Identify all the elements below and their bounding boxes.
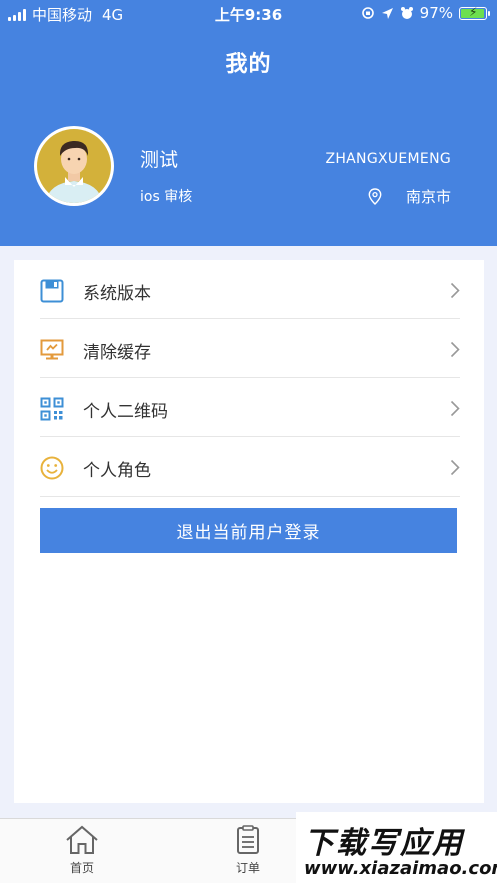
menu-item-qr-code[interactable]: 个人二维码 <box>14 378 484 437</box>
watermark-url: www.xiazaimao.com <box>304 858 497 879</box>
floppy-icon <box>40 279 64 303</box>
menu-item-label: 个人二维码 <box>83 402 168 422</box>
menu-item-label: 个人角色 <box>83 461 151 481</box>
battery-percent: 97% <box>419 4 453 22</box>
location-arrow-icon <box>381 7 393 19</box>
status-bar: 中国移动 4G 上午9:36 97% ⚡ <box>0 0 497 28</box>
orientation-lock-icon <box>361 7 374 19</box>
account-name: ZHANGXUEMENG <box>325 151 451 167</box>
tab-label: 首页 <box>69 861 94 875</box>
battery-icon: ⚡ <box>459 4 490 20</box>
menu-item-personal-role[interactable]: 个人角色 <box>14 437 484 496</box>
avatar-person-icon <box>37 129 111 203</box>
location-pin-icon <box>368 188 382 205</box>
user-role: ios 审核 <box>140 189 193 205</box>
watermark: 下载写应用 www.xiazaimao.com <box>296 812 497 883</box>
home-icon <box>66 825 98 854</box>
location: 南京市 <box>368 186 451 207</box>
menu-item-label: 系统版本 <box>83 284 151 304</box>
watermark-title: 下载写应用 <box>304 826 464 861</box>
chevron-right-icon <box>450 341 460 358</box>
settings-card: 系统版本 清除缓存 个人二维码 个人角色 退出当前用户登录 <box>14 260 484 803</box>
chevron-right-icon <box>450 459 460 476</box>
qrcode-icon <box>40 397 64 421</box>
tab-home[interactable]: 首页 <box>52 825 112 876</box>
clipboard-icon <box>237 825 259 854</box>
tab-label: 订单 <box>235 861 260 875</box>
divider <box>40 496 460 497</box>
chevron-right-icon <box>450 282 460 299</box>
menu-item-label: 清除缓存 <box>83 343 151 363</box>
menu-item-system-version[interactable]: 系统版本 <box>14 260 484 319</box>
monitor-icon <box>40 339 64 360</box>
user-name: 测试 <box>140 149 179 171</box>
alarm-icon <box>400 7 413 19</box>
location-label: 南京市 <box>405 188 451 206</box>
logout-button[interactable]: 退出当前用户登录 <box>40 508 457 553</box>
profile-header: 中国移动 4G 上午9:36 97% ⚡ 我的 测试 ios 审核 ZHANGX… <box>0 0 497 246</box>
smiley-icon <box>40 456 64 480</box>
status-right: 97% ⚡ <box>361 4 490 22</box>
avatar[interactable] <box>34 126 114 206</box>
charging-bolt-icon: ⚡ <box>469 4 478 19</box>
chevron-right-icon <box>450 400 460 417</box>
menu-item-clear-cache[interactable]: 清除缓存 <box>14 319 484 378</box>
page-title: 我的 <box>225 52 272 77</box>
tab-orders[interactable]: 订单 <box>218 825 278 876</box>
